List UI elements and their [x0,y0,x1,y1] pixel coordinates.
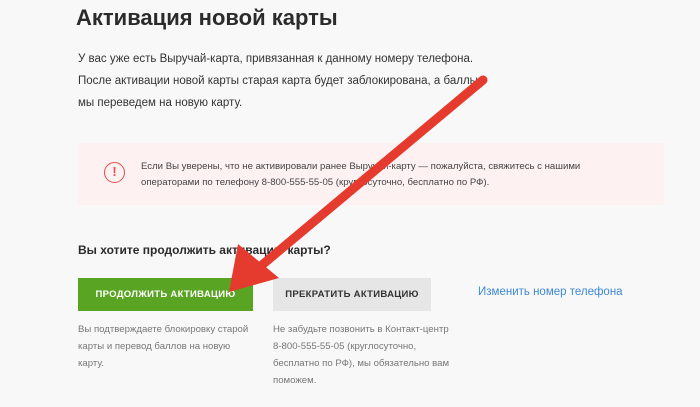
exclamation-circle-icon: ! [104,162,125,183]
stop-hint: Не забудьте позвонить в Контакт-центр 8-… [273,321,449,389]
continue-activation-button[interactable]: ПРОДОЛЖИТЬ АКТИВАЦИЮ [78,278,253,311]
hint-line: Не забудьте позвонить в Контакт-центр [273,324,449,335]
activation-page: Активация новой карты У вас уже есть Выр… [0,0,700,407]
hint-line: бесплатно по РФ), мы обязательно вам [273,358,450,369]
stop-activation-button[interactable]: ПРЕКРАТИТЬ АКТИВАЦИЮ [273,278,431,311]
hint-line: карты и перевод баллов на новую [78,341,231,352]
alert-line: операторами по телефону 8-800-555-55-05 … [141,177,490,188]
alert-text: Если Вы уверены, что не активировали ран… [141,159,580,191]
intro-line: мы переведем на новую карту. [78,97,243,109]
hint-line: поможем. [273,375,317,386]
intro-text: У вас уже есть Выручай-карта, привязанна… [78,48,478,114]
hint-line: 8-800-555-55-05 (круглосуточно, [273,341,417,352]
continue-question: Вы хотите продолжить активацию карты? [78,243,331,257]
hint-line: карту. [78,358,104,369]
hint-line: Вы подтверждаете блокировку старой [78,324,249,335]
intro-line: У вас уже есть Выручай-карта, привязанна… [78,53,474,65]
warning-alert: ! Если Вы уверены, что не активировали р… [78,143,664,205]
page-title: Активация новой карты [76,5,338,30]
change-phone-link[interactable]: Изменить номер телефона [478,286,623,298]
intro-line: После активации новой карты старая карта… [78,75,478,87]
continue-hint: Вы подтверждаете блокировку старой карты… [78,321,248,372]
alert-line: Если Вы уверены, что не активировали ран… [141,161,581,172]
